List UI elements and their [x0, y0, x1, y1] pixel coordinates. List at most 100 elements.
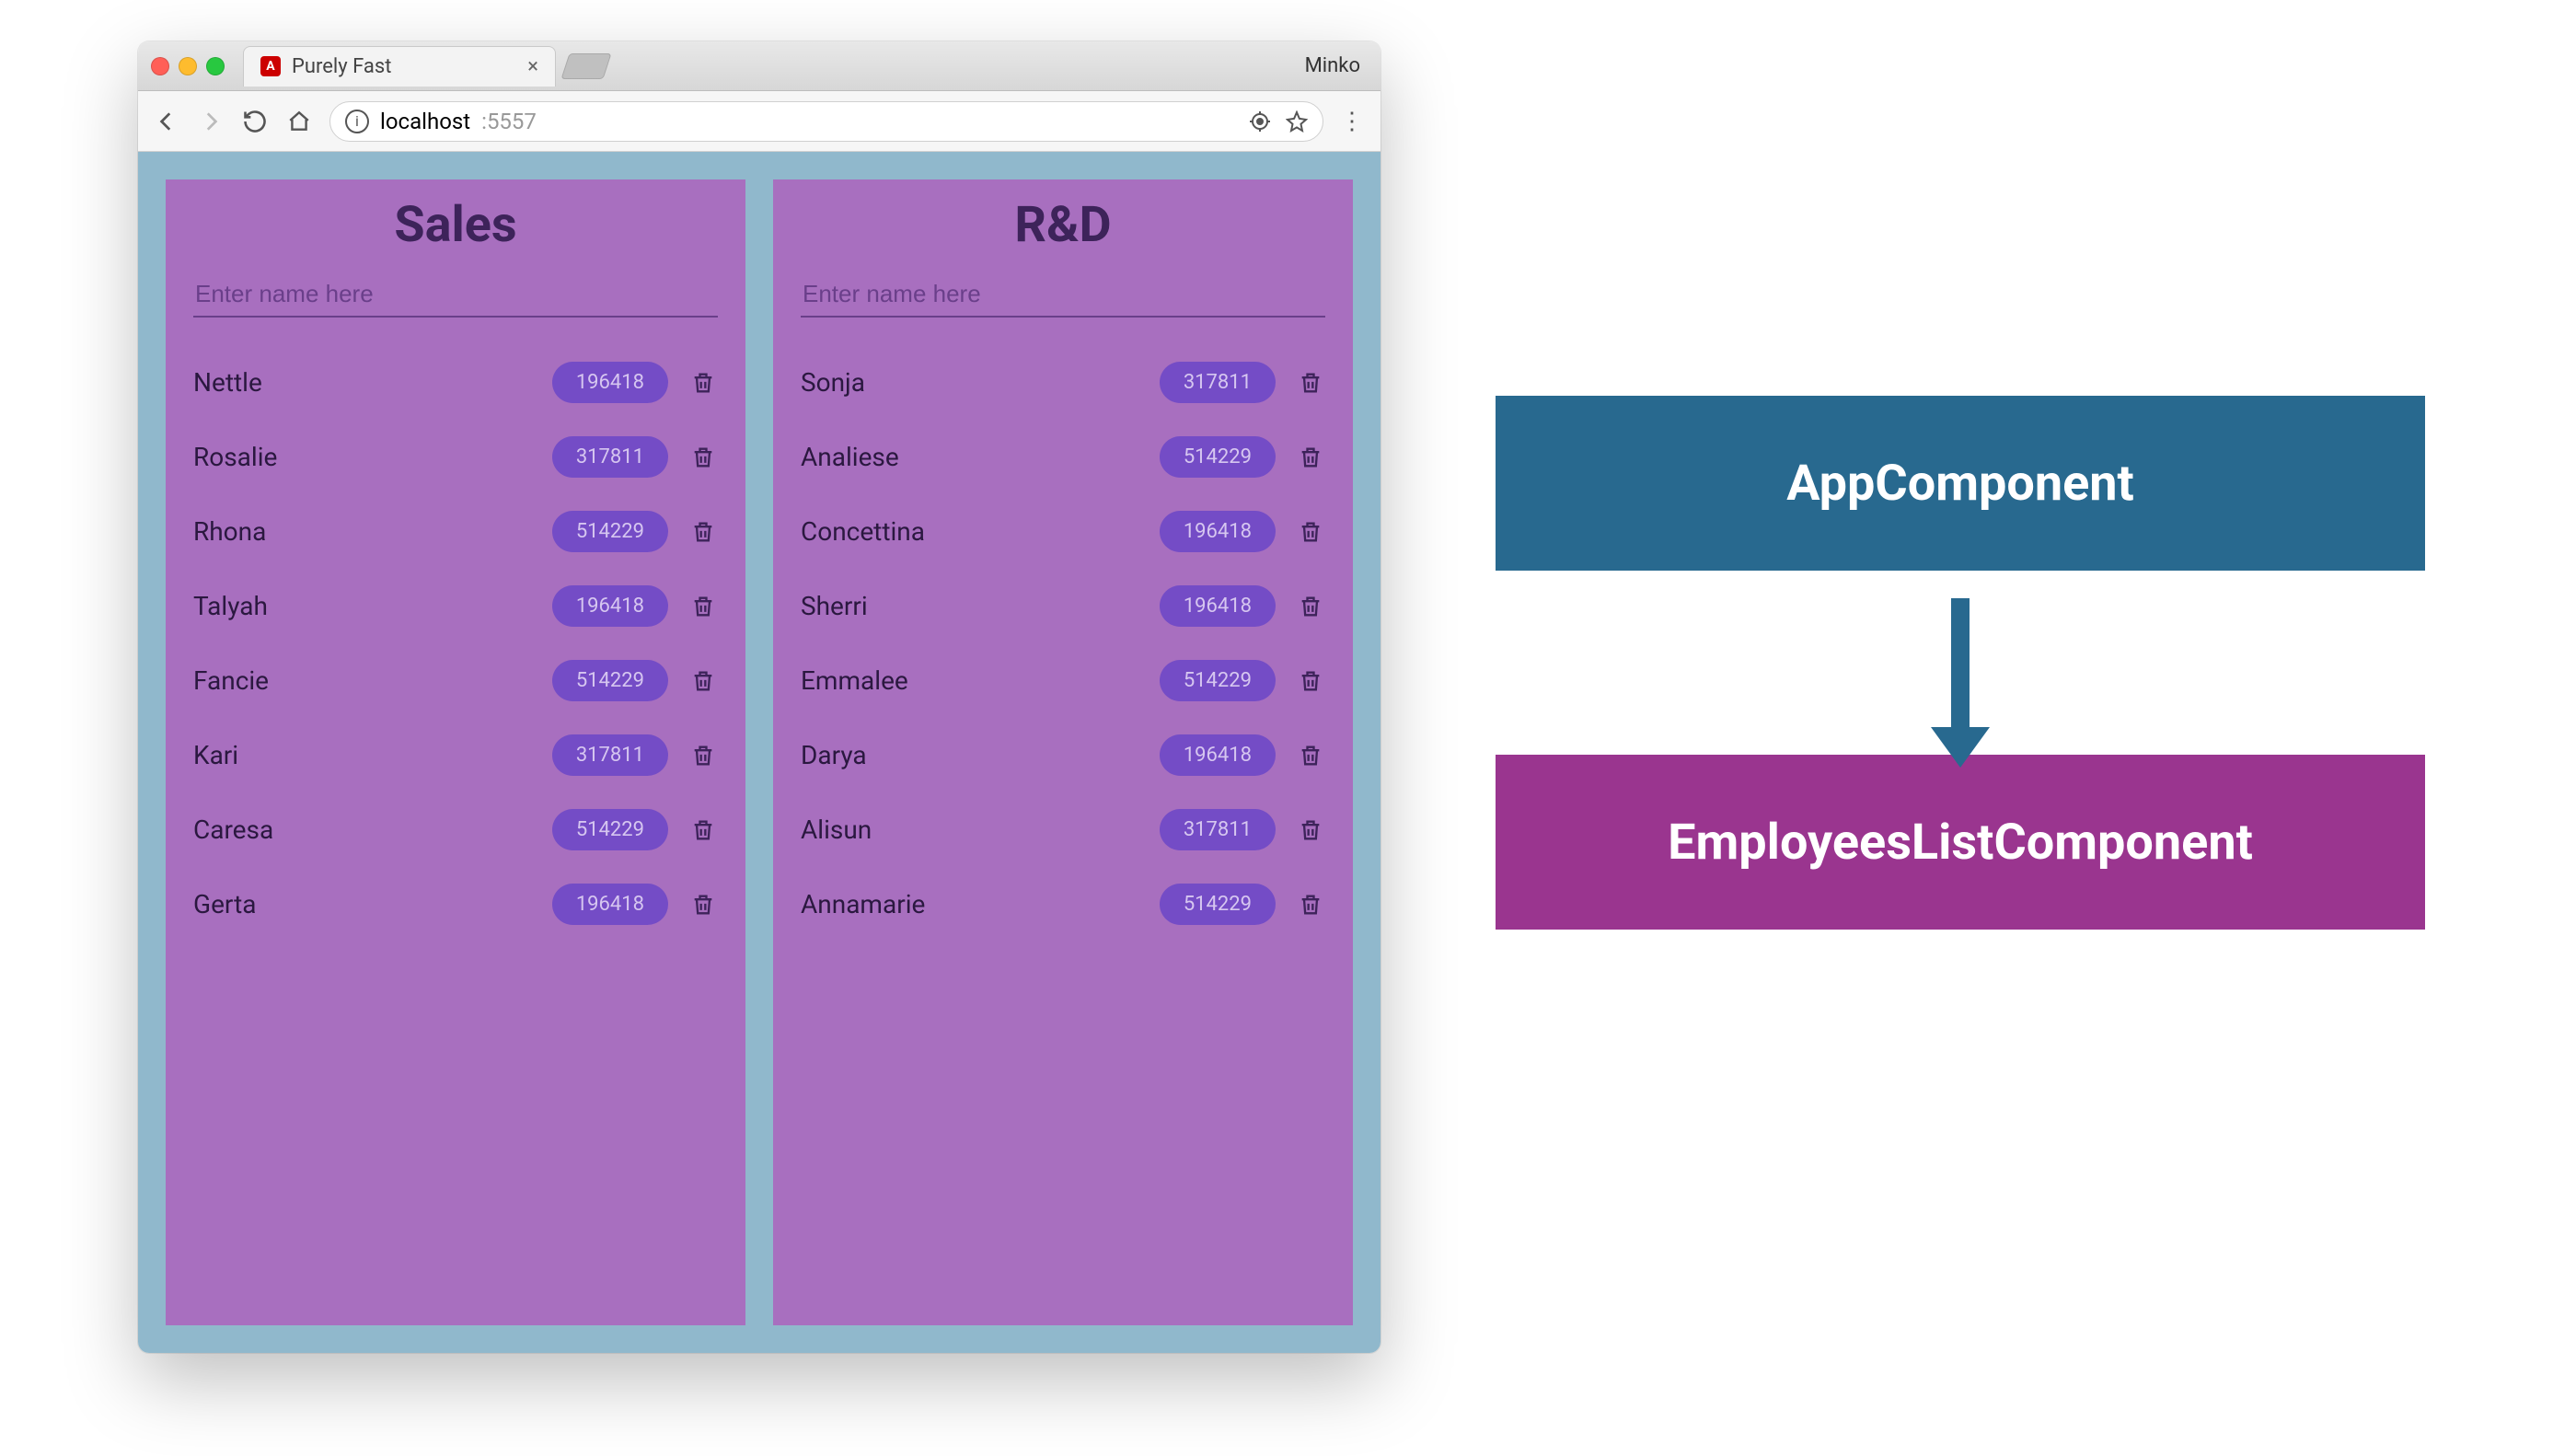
employee-row: Rhona514229 — [166, 494, 745, 569]
delete-icon[interactable] — [1296, 666, 1325, 696]
employee-value-pill[interactable]: 196418 — [552, 362, 668, 403]
delete-icon[interactable] — [1296, 815, 1325, 845]
employee-value-pill[interactable]: 317811 — [552, 734, 668, 776]
diagram-node-employees-list: EmployeesListComponent — [1496, 755, 2425, 930]
maximize-window-button[interactable] — [206, 57, 225, 75]
diagram-node-label: EmployeesListComponent — [1668, 814, 2253, 872]
browser-menu-button[interactable]: ⋮ — [1340, 108, 1366, 135]
employee-value-pill[interactable]: 317811 — [1160, 362, 1276, 403]
employee-value-pill[interactable]: 514229 — [1160, 660, 1276, 701]
employee-name: Kari — [193, 740, 552, 770]
delete-icon[interactable] — [688, 741, 718, 770]
diagram-node-label: AppComponent — [1786, 455, 2134, 513]
employee-name: Rosalie — [193, 442, 552, 472]
address-port: :5557 — [481, 109, 537, 134]
browser-window: A Purely Fast × Minko i localhost:5557 — [138, 41, 1380, 1353]
employee-name: Caresa — [193, 815, 552, 845]
employee-name: Alisun — [801, 815, 1160, 845]
employee-name: Sherri — [801, 591, 1160, 621]
new-tab-button[interactable] — [560, 53, 611, 79]
delete-icon[interactable] — [688, 443, 718, 472]
employee-value-pill[interactable]: 514229 — [552, 511, 668, 552]
sales-name-input[interactable] — [193, 272, 718, 318]
employee-name: Emmalee — [801, 665, 1160, 696]
minimize-window-button[interactable] — [179, 57, 197, 75]
employee-value-pill[interactable]: 317811 — [1160, 809, 1276, 850]
employee-row: Sonja317811 — [773, 345, 1353, 420]
forward-button[interactable] — [197, 108, 225, 135]
delete-icon[interactable] — [688, 890, 718, 919]
rnd-list: Sonja317811Analiese514229Concettina19641… — [773, 345, 1353, 942]
rnd-name-input[interactable] — [801, 272, 1325, 318]
window-titlebar: A Purely Fast × Minko — [138, 41, 1380, 91]
site-info-icon[interactable]: i — [345, 110, 369, 133]
sales-list: Nettle196418Rosalie317811Rhona514229Taly… — [166, 345, 745, 942]
employee-value-pill[interactable]: 514229 — [552, 809, 668, 850]
close-window-button[interactable] — [151, 57, 169, 75]
delete-icon[interactable] — [688, 517, 718, 547]
employee-name: Sonja — [801, 367, 1160, 398]
employee-name: Rhona — [193, 516, 552, 547]
employee-value-pill[interactable]: 196418 — [1160, 734, 1276, 776]
delete-icon[interactable] — [1296, 592, 1325, 621]
app-root: Sales Nettle196418Rosalie317811Rhona5142… — [138, 152, 1380, 1353]
employee-value-pill[interactable]: 196418 — [1160, 585, 1276, 627]
close-tab-icon[interactable]: × — [527, 55, 538, 78]
employee-row: Concettina196418 — [773, 494, 1353, 569]
home-button[interactable] — [285, 108, 313, 135]
delete-icon[interactable] — [688, 592, 718, 621]
browser-toolbar: i localhost:5557 ⋮ — [138, 91, 1380, 152]
delete-icon[interactable] — [1296, 890, 1325, 919]
delete-icon[interactable] — [1296, 443, 1325, 472]
employee-row: Analiese514229 — [773, 420, 1353, 494]
tab-title: Purely Fast — [292, 55, 391, 78]
back-button[interactable] — [153, 108, 180, 135]
address-bar[interactable]: i localhost:5557 — [329, 101, 1323, 142]
employee-name: Concettina — [801, 516, 1160, 547]
employee-name: Annamarie — [801, 889, 1160, 919]
panel-title: R&D — [773, 196, 1353, 254]
diagram-node-app: AppComponent — [1496, 396, 2425, 571]
employee-value-pill[interactable]: 196418 — [552, 884, 668, 925]
employee-name: Nettle — [193, 367, 552, 398]
profile-name[interactable]: Minko — [1305, 54, 1368, 77]
rnd-panel: R&D Sonja317811Analiese514229Concettina1… — [773, 179, 1353, 1325]
employee-row: Talyah196418 — [166, 569, 745, 643]
employee-row: Annamarie514229 — [773, 867, 1353, 942]
delete-icon[interactable] — [688, 666, 718, 696]
employee-value-pill[interactable]: 514229 — [1160, 436, 1276, 478]
employee-row: Fancie514229 — [166, 643, 745, 718]
employee-row: Emmalee514229 — [773, 643, 1353, 718]
employee-name: Darya — [801, 740, 1160, 770]
employee-row: Gerta196418 — [166, 867, 745, 942]
employee-name: Talyah — [193, 591, 552, 621]
employee-name: Gerta — [193, 889, 552, 919]
employee-value-pill[interactable]: 514229 — [1160, 884, 1276, 925]
angular-favicon-icon: A — [260, 56, 281, 76]
employee-row: Kari317811 — [166, 718, 745, 792]
window-controls — [151, 57, 225, 75]
employee-name: Fancie — [193, 665, 552, 696]
diagram-arrow — [1496, 571, 2425, 755]
employee-name: Analiese — [801, 442, 1160, 472]
employee-row: Sherri196418 — [773, 569, 1353, 643]
delete-icon[interactable] — [1296, 741, 1325, 770]
delete-icon[interactable] — [688, 815, 718, 845]
employee-row: Darya196418 — [773, 718, 1353, 792]
employee-value-pill[interactable]: 317811 — [552, 436, 668, 478]
employee-value-pill[interactable]: 196418 — [1160, 511, 1276, 552]
delete-icon[interactable] — [1296, 368, 1325, 398]
component-tree-diagram: AppComponent EmployeesListComponent — [1496, 396, 2425, 930]
employee-row: Alisun317811 — [773, 792, 1353, 867]
employee-row: Rosalie317811 — [166, 420, 745, 494]
delete-icon[interactable] — [688, 368, 718, 398]
delete-icon[interactable] — [1296, 517, 1325, 547]
employee-row: Caresa514229 — [166, 792, 745, 867]
location-icon[interactable] — [1249, 110, 1271, 133]
employee-value-pill[interactable]: 514229 — [552, 660, 668, 701]
reload-button[interactable] — [241, 108, 269, 135]
employee-row: Nettle196418 — [166, 345, 745, 420]
bookmark-star-icon[interactable] — [1286, 110, 1308, 133]
employee-value-pill[interactable]: 196418 — [552, 585, 668, 627]
browser-tab[interactable]: A Purely Fast × — [243, 46, 556, 87]
